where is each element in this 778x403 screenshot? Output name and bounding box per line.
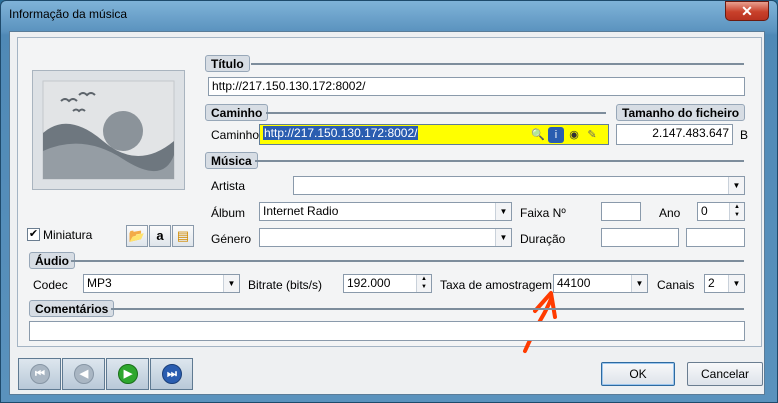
channels-value: 2 [708,276,715,290]
samplerate-dropdown[interactable]: 44100 ▼ [553,274,648,293]
samplerate-value: 44100 [557,276,591,290]
save-image-button[interactable]: ▤ [172,225,194,247]
next-icon: ▶ [118,364,138,384]
genre-label: Género [211,232,252,246]
divider [251,63,744,65]
thumbnail-checkbox[interactable]: ✔ [27,228,40,241]
cancel-button[interactable]: Cancelar [687,362,763,386]
section-comments-header: Comentários [29,300,115,317]
album-art-frame [32,70,185,190]
title-field[interactable]: http://217.150.130.172:8002/ [208,77,745,96]
track-label: Faixa Nº [520,206,566,220]
chevron-down-icon[interactable]: ▼ [495,229,511,246]
thumbnail-label: Miniatura [43,228,93,242]
album-dropdown[interactable]: Internet Radio ▼ [259,202,512,221]
section-title-header: Título [205,55,250,72]
next-track-button[interactable]: ▶ [106,358,149,390]
first-track-button[interactable]: ⏮ [18,358,61,390]
track-field[interactable] [601,202,641,221]
artist-dropdown[interactable]: ▼ [293,176,745,195]
last-icon: ⏭ [162,364,182,384]
section-music-header: Música [205,152,258,169]
section-filesize-header: Tamanho do ficheiro [616,104,746,121]
path-tools: 🔍 i ◉ ✎ [528,126,600,144]
year-label: Ano [659,206,681,220]
codec-label: Codec [33,278,68,292]
title-bar: Informação da música ✕ [1,1,777,29]
album-value: Internet Radio [263,204,339,218]
file-image-icon: ▤ [176,228,190,243]
bitrate-value: 192.000 [347,276,391,290]
channels-dropdown[interactable]: 2 ▼ [704,274,745,293]
folder-image-icon: 📂 [128,228,146,243]
duration-extra-field[interactable] [686,228,745,247]
first-icon: ⏮ [30,364,50,384]
radio-icon[interactable]: ◉ [566,127,582,143]
divider [266,112,606,114]
year-stepper[interactable]: 0 ▲ ▼ [697,202,745,221]
stepper-arrows[interactable]: ▲ ▼ [729,203,744,220]
artist-label: Artista [211,179,246,193]
channels-label: Canais [657,278,695,292]
last-track-button[interactable]: ⏭ [150,358,193,390]
path-label: Caminho [211,128,260,142]
bitrate-label: Bitrate (bits/s) [248,278,323,292]
bitrate-stepper[interactable]: 192.000 ▲ ▼ [343,274,432,293]
annotation-arrow [523,291,557,353]
chevron-down-icon[interactable]: ▼ [728,275,744,292]
genre-dropdown[interactable]: ▼ [259,228,512,247]
album-label: Álbum [211,206,246,220]
duration-field[interactable] [601,228,679,247]
filesize-field: 2.147.483.647 [616,124,733,145]
chevron-down-icon[interactable]: ▼ [631,275,647,292]
codec-value: MP3 [87,276,112,290]
duration-label: Duração [520,232,566,246]
stepper-arrows[interactable]: ▲ ▼ [416,275,431,292]
divider [71,260,744,262]
section-path-header: Caminho [205,104,269,121]
chevron-down-icon[interactable]: ▼ [223,275,239,292]
amazon-icon: a [156,228,164,243]
chevron-down-icon[interactable]: ▼ [495,203,511,220]
year-value: 0 [701,204,708,218]
chevron-down-icon[interactable]: ▼ [728,177,744,194]
filesize-unit: B [740,128,749,142]
search-icon[interactable]: 🔍 [530,127,546,143]
amazon-button[interactable]: a [149,225,171,247]
info-icon[interactable]: i [548,127,564,143]
divider [111,308,744,310]
path-value: http://217.150.130.172:8002/ [263,126,419,140]
section-audio-header: Áudio [29,252,75,269]
ok-button[interactable]: OK [601,362,675,386]
divider [255,160,744,162]
placeholder-landscape-icon [42,80,175,180]
comments-field[interactable] [29,321,745,341]
dialog-window: Informação da música ✕ ✔ Miniatura 📂 a ▤… [0,0,778,403]
previous-icon: ◀ [74,364,94,384]
window-title: Informação da música [9,7,128,21]
codec-dropdown[interactable]: MP3 ▼ [83,274,240,293]
load-image-button[interactable]: 📂 [126,225,148,247]
close-button[interactable]: ✕ [725,1,769,21]
tools-icon[interactable]: ✎ [584,127,600,143]
previous-track-button[interactable]: ◀ [62,358,105,390]
